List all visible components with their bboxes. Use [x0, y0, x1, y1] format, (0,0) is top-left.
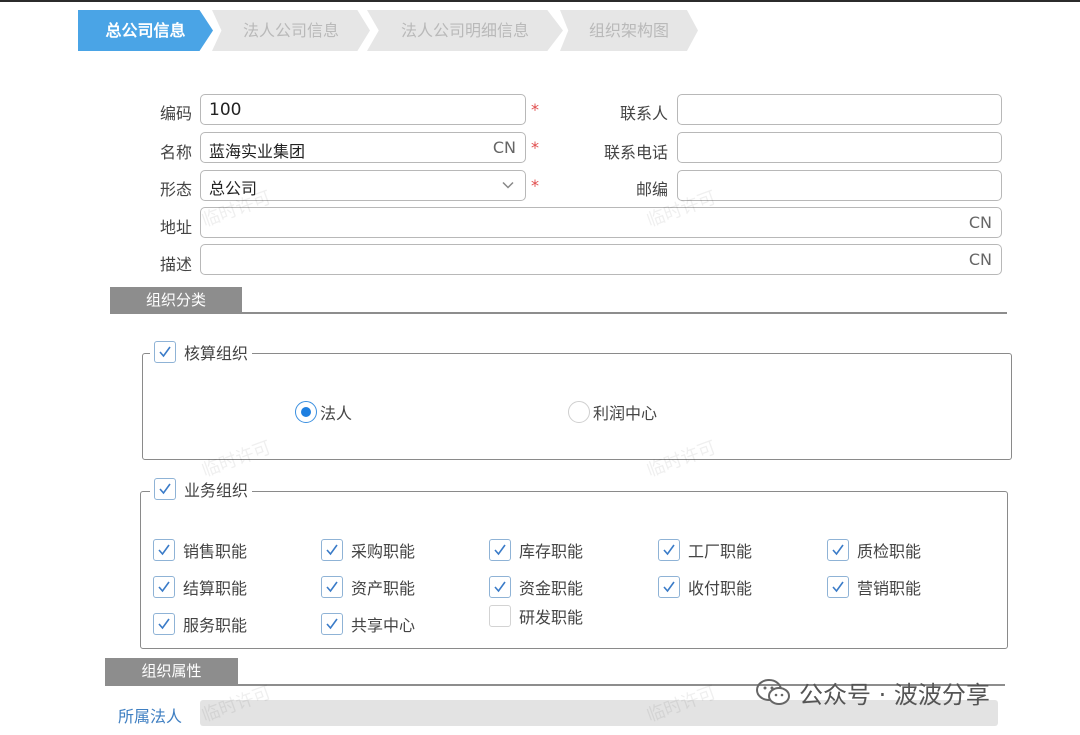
phone-label: 联系电话: [603, 143, 668, 162]
function-label: 采购职能: [351, 542, 416, 561]
function-checkbox[interactable]: 服务职能: [153, 612, 247, 636]
checkbox-checked-icon: [489, 539, 511, 561]
function-label: 研发职能: [519, 608, 584, 627]
checkbox-checked-icon: [153, 576, 175, 598]
radio-legal-entity[interactable]: 法人: [295, 400, 352, 424]
accounting-org-checkbox[interactable]: [154, 341, 176, 363]
section-org-category: 组织分类: [110, 287, 242, 313]
business-org-label: 业务组织: [184, 481, 249, 500]
function-label: 营销职能: [857, 579, 922, 598]
section-org-attributes: 组织属性: [105, 658, 238, 684]
function-checkbox[interactable]: 资产职能: [321, 575, 415, 599]
function-label: 工厂职能: [688, 542, 753, 561]
checkbox-checked-icon: [321, 539, 343, 561]
function-label: 资产职能: [351, 579, 416, 598]
zip-input[interactable]: [677, 170, 1002, 201]
function-checkbox[interactable]: 采购职能: [321, 538, 415, 562]
function-checkbox[interactable]: 质检职能: [827, 538, 921, 562]
required-mark: *: [531, 100, 539, 119]
chevron-down-icon[interactable]: [501, 178, 515, 192]
name-label: 名称: [159, 143, 192, 162]
radio-profit-label: 利润中心: [593, 404, 658, 423]
function-checkbox[interactable]: 研发职能: [489, 604, 583, 628]
checkbox-checked-icon: [489, 576, 511, 598]
function-checkbox[interactable]: 收付职能: [658, 575, 752, 599]
radio-selected-icon: [295, 401, 317, 423]
contact-input[interactable]: [677, 94, 1002, 125]
function-checkbox[interactable]: 工厂职能: [658, 538, 752, 562]
step-org-chart[interactable]: 组织架构图: [560, 10, 698, 51]
function-checkbox[interactable]: 共享中心: [321, 612, 415, 636]
checkbox-checked-icon: [321, 576, 343, 598]
top-border: [0, 0, 1080, 2]
function-label: 收付职能: [688, 579, 753, 598]
business-org-legend: 业务组织: [150, 477, 253, 501]
radio-profit-center[interactable]: 利润中心: [568, 400, 657, 424]
checkbox-checked-icon: [827, 576, 849, 598]
checkbox-checked-icon: [827, 539, 849, 561]
function-checkbox[interactable]: 资金职能: [489, 575, 583, 599]
checkbox-checked-icon: [658, 576, 680, 598]
checkbox-checked-icon: [658, 539, 680, 561]
code-value: 100: [209, 100, 242, 120]
checkbox-checked-icon: [153, 613, 175, 635]
business-org-checkbox[interactable]: [154, 478, 176, 500]
checkbox-checked-icon: [321, 613, 343, 635]
step-legal-company-info[interactable]: 法人公司信息: [212, 10, 370, 51]
function-checkbox[interactable]: 销售职能: [153, 538, 247, 562]
description-label: 描述: [159, 255, 192, 274]
checkbox-checked-icon: [153, 539, 175, 561]
function-checkbox[interactable]: 结算职能: [153, 575, 247, 599]
function-label: 结算职能: [183, 579, 248, 598]
step-legal-company-detail[interactable]: 法人公司明细信息: [367, 10, 563, 51]
function-label: 质检职能: [857, 542, 922, 561]
name-language-button[interactable]: CN: [493, 138, 516, 157]
checkbox-unchecked-icon: [489, 605, 511, 627]
description-language-button[interactable]: CN: [969, 250, 992, 269]
code-input[interactable]: 100: [200, 94, 526, 125]
name-value: 蓝海实业集团: [209, 142, 306, 161]
function-label: 资金职能: [519, 579, 584, 598]
code-label: 编码: [159, 104, 192, 123]
address-language-button[interactable]: CN: [969, 213, 992, 232]
address-label: 地址: [159, 218, 192, 237]
description-input[interactable]: CN: [200, 244, 1002, 275]
legal-entity-label: 所属法人: [118, 707, 183, 726]
radio-legal-label: 法人: [320, 404, 353, 423]
function-checkbox[interactable]: 营销职能: [827, 575, 921, 599]
required-mark: *: [531, 138, 539, 157]
accounting-org-label: 核算组织: [184, 344, 249, 363]
accounting-org-legend: 核算组织: [150, 340, 253, 364]
name-input[interactable]: 蓝海实业集团 CN: [200, 132, 526, 163]
phone-input[interactable]: [677, 132, 1002, 163]
wechat-brand: 公众号 · 波波分享: [755, 675, 990, 710]
section-divider: [110, 312, 1007, 314]
function-checkbox[interactable]: 库存职能: [489, 538, 583, 562]
function-label: 共享中心: [351, 616, 416, 635]
brand-text: 公众号 · 波波分享: [799, 681, 990, 709]
form-label: 形态: [159, 180, 192, 199]
function-label: 服务职能: [183, 616, 248, 635]
wechat-logo-icon: [756, 678, 790, 705]
contact-label: 联系人: [619, 104, 668, 123]
required-mark: *: [531, 176, 539, 195]
radio-unselected-icon: [568, 401, 590, 423]
zip-label: 邮编: [635, 180, 668, 199]
function-label: 销售职能: [183, 542, 248, 561]
address-input[interactable]: CN: [200, 207, 1002, 238]
step-headquarters-info[interactable]: 总公司信息: [78, 10, 213, 51]
function-label: 库存职能: [519, 542, 584, 561]
